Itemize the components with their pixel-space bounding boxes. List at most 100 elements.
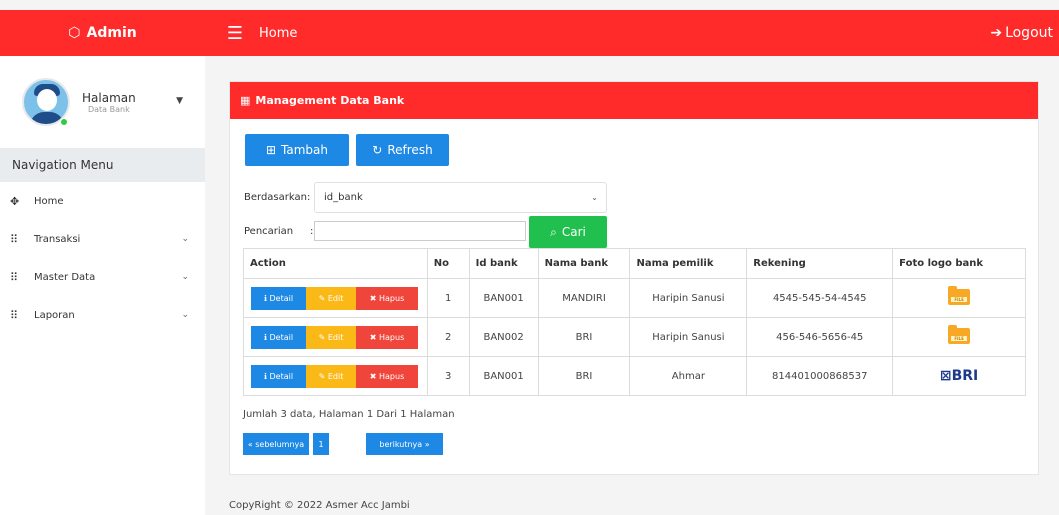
data-summary: Jumlah 3 data, Halaman 1 Dari 1 Halaman: [243, 409, 455, 420]
sidebar-item-label: Laporan: [34, 309, 75, 321]
chevron-down-icon: ⌄: [591, 193, 598, 202]
refresh-button[interactable]: ↻ Refresh: [356, 134, 449, 166]
table-header-row: Action No Id bank Nama bank Nama pemilik…: [243, 248, 1026, 279]
cell-bank: MANDIRI: [537, 278, 631, 318]
col-id-bank: Id bank: [468, 248, 539, 279]
search-separator: :: [310, 226, 314, 237]
filter-select[interactable]: id_bank ⌄: [314, 182, 607, 213]
move-icon: ✥: [10, 194, 20, 208]
cell-no: 3: [426, 356, 470, 396]
col-foto-logo: Foto logo bank: [892, 248, 1026, 279]
bri-logo[interactable]: ⊠BRI: [940, 368, 978, 384]
cell-bank: BRI: [537, 317, 631, 357]
bri-logo-mark-icon: ⊠: [939, 368, 952, 384]
page-title: Home: [259, 25, 298, 41]
chevron-down-icon: ⌄: [181, 310, 189, 320]
sidebar-item-label: Master Data: [34, 271, 96, 283]
cell-logo: FILE: [892, 278, 1026, 318]
detail-button[interactable]: ℹ Detail: [251, 364, 306, 388]
top-bar: ⬡ Admin ☰ Home ➔ Logout: [0, 10, 1059, 56]
caret-down-icon[interactable]: ▼: [176, 96, 183, 106]
cell-bank: BRI: [537, 356, 631, 396]
bank-table: Action No Id bank Nama bank Nama pemilik…: [243, 248, 1026, 396]
add-button-label: Tambah: [281, 143, 329, 157]
refresh-button-label: Refresh: [387, 143, 433, 157]
cube-icon: ⬡: [68, 25, 81, 41]
brand[interactable]: ⬡ Admin: [0, 10, 205, 56]
cell-logo: FILE: [892, 317, 1026, 357]
edit-button[interactable]: ✎ Edit: [306, 325, 356, 349]
logout-icon: ➔: [990, 25, 1003, 41]
plus-square-icon: ⊞: [265, 143, 277, 157]
user-subtitle: Data Bank: [87, 104, 130, 114]
search-input[interactable]: [314, 221, 526, 241]
table-icon: ▦: [240, 94, 251, 107]
search-button[interactable]: ⌕ Cari: [529, 216, 607, 248]
sidebar-item-label: Home: [34, 195, 64, 207]
sidebar-item-laporan[interactable]: ⠿ Laporan ⌄: [0, 296, 205, 334]
nav-header: Navigation Menu: [0, 148, 205, 182]
cell-rekening: 4545-545-54-4545: [746, 278, 894, 318]
sidebar-item-home[interactable]: ✥ Home: [0, 182, 205, 220]
user-panel[interactable]: Halaman Data Bank ▼: [0, 56, 205, 148]
brand-title: Admin: [86, 25, 137, 41]
row-actions: ℹ Detail ✎ Edit ✖ Hapus: [243, 317, 428, 357]
cell-owner: Haripin Sanusi: [629, 278, 748, 318]
col-rekening: Rekening: [746, 248, 894, 279]
grid-icon: ⠿: [10, 232, 19, 246]
col-nama-bank: Nama bank: [537, 248, 631, 279]
col-no: No: [426, 248, 470, 279]
grid-icon: ⠿: [10, 270, 19, 284]
table-row: ℹ Detail ✎ Edit ✖ Hapus 1 BAN001 MANDIRI H…: [243, 278, 1026, 318]
row-actions: ℹ Detail ✎ Edit ✖ Hapus: [243, 356, 428, 396]
card-title: Management Data Bank: [255, 94, 405, 107]
filter-label: Berdasarkan:: [244, 192, 311, 203]
table-row: ℹ Detail ✎ Edit ✖ Hapus 2 BAN002 BRI Harip…: [243, 317, 1026, 357]
search-label: Pencarian: [244, 226, 294, 237]
prev-page-button[interactable]: « sebelumnya: [243, 433, 309, 455]
file-folder-icon[interactable]: FILE: [948, 324, 971, 344]
cell-id: BAN001: [468, 356, 539, 396]
logout-label: Logout: [1005, 25, 1053, 41]
cell-rekening: 456-546-5656-45: [746, 317, 894, 357]
chevron-down-icon: ⌄: [181, 272, 189, 282]
refresh-icon: ↻: [372, 143, 383, 157]
search-icon: ⌕: [550, 224, 557, 239]
row-actions: ℹ Detail ✎ Edit ✖ Hapus: [243, 278, 428, 318]
next-page-button[interactable]: berikutnya »: [366, 433, 443, 455]
col-nama-pemilik: Nama pemilik: [629, 248, 748, 279]
sidebar-item-master-data[interactable]: ⠿ Master Data ⌄: [0, 258, 205, 296]
file-folder-icon[interactable]: FILE: [948, 285, 971, 305]
add-button[interactable]: ⊞ Tambah: [245, 134, 349, 166]
cell-owner: Ahmar: [629, 356, 748, 396]
sidebar-item-transaksi[interactable]: ⠿ Transaksi ⌄: [0, 220, 205, 258]
cell-no: 1: [426, 278, 470, 318]
detail-button[interactable]: ℹ Detail: [251, 325, 306, 349]
cell-id: BAN001: [468, 278, 539, 318]
logout-button[interactable]: ➔ Logout: [990, 10, 1053, 56]
edit-button[interactable]: ✎ Edit: [306, 286, 356, 310]
chevron-down-icon: ⌄: [181, 234, 189, 244]
table-row: ℹ Detail ✎ Edit ✖ Hapus 3 BAN001 BRI Ahmar…: [243, 356, 1026, 396]
col-action: Action: [243, 248, 428, 279]
footer-copyright: CopyRight © 2022 Asmer Acc Jambi: [229, 500, 410, 511]
cell-owner: Haripin Sanusi: [629, 317, 748, 357]
delete-button[interactable]: ✖ Hapus: [356, 286, 418, 310]
filter-select-value: id_bank: [324, 192, 363, 203]
cell-rekening: 814401000868537: [746, 356, 894, 396]
menu-toggle-icon[interactable]: ☰: [215, 23, 255, 44]
sidebar: Halaman Data Bank ▼ Navigation Menu ✥ Ho…: [0, 56, 205, 515]
card-header: ▦ Management Data Bank: [230, 82, 1038, 119]
search-button-label: Cari: [561, 225, 586, 239]
edit-button[interactable]: ✎ Edit: [306, 364, 356, 388]
user-name: Halaman: [82, 90, 136, 105]
page-1-button[interactable]: 1: [313, 433, 329, 455]
online-status-icon: [60, 118, 68, 126]
cell-id: BAN002: [468, 317, 539, 357]
cell-no: 2: [426, 317, 470, 357]
delete-button[interactable]: ✖ Hapus: [356, 364, 418, 388]
delete-button[interactable]: ✖ Hapus: [356, 325, 418, 349]
detail-button[interactable]: ℹ Detail: [251, 286, 306, 310]
cell-logo: ⊠BRI: [892, 356, 1026, 396]
grid-icon: ⠿: [10, 308, 19, 322]
